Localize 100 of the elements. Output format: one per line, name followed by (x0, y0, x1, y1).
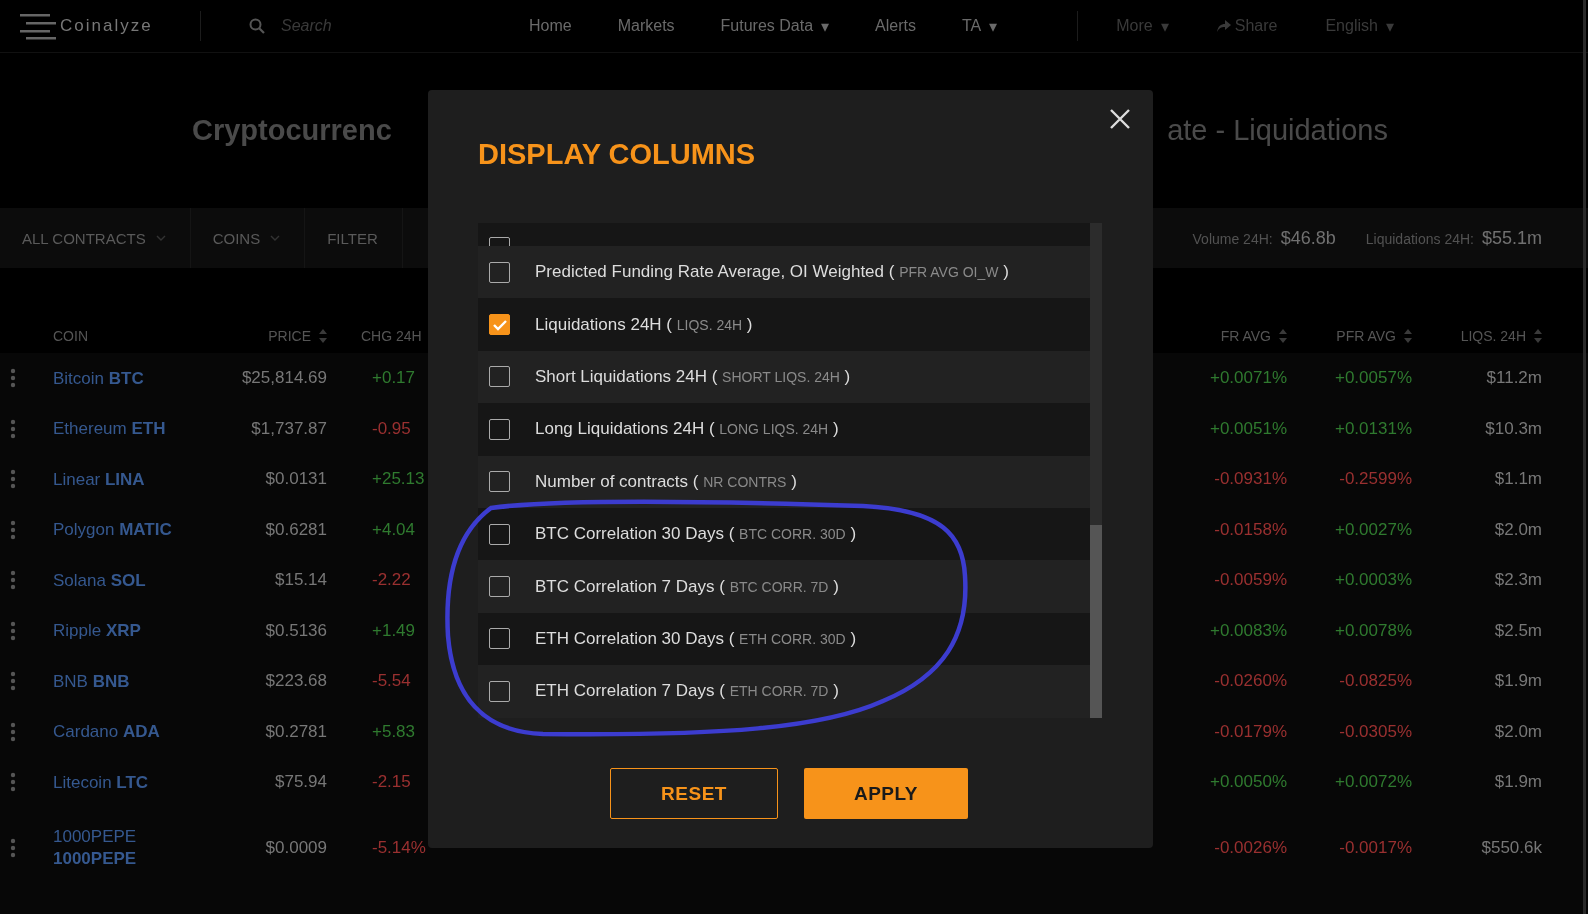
table-cell: -0.2599% (1339, 469, 1412, 490)
table-cell: -0.0059% (1214, 570, 1287, 591)
coin-link[interactable]: Bitcoin BTC (53, 367, 144, 389)
table-cell: -0.95 (372, 418, 411, 439)
column-option[interactable]: BTC Correlation 30 Days ( BTC CORR. 30D ) (478, 507, 1090, 561)
table-cell: +5.83 (372, 721, 415, 742)
column-option[interactable]: Short Liquidations 24H ( SHORT LIQS. 24H ) (478, 350, 1090, 404)
more-icon[interactable] (10, 837, 16, 858)
coin-link[interactable]: Polygon MATIC (53, 519, 172, 541)
filter-button[interactable]: FILTER (305, 208, 403, 268)
checkbox[interactable] (489, 576, 510, 598)
more-icon[interactable] (10, 620, 16, 641)
checkbox[interactable] (489, 523, 510, 545)
option-label: BTC Correlation 7 Days ( BTC CORR. 7D ) (535, 576, 839, 597)
apply-button[interactable]: APPLY (804, 768, 968, 819)
table-cell: +0.0003% (1334, 570, 1412, 591)
table-cell: $550.6k (1481, 837, 1542, 858)
coin-link[interactable]: Litecoin LTC (53, 771, 149, 793)
coin-link[interactable]: Ripple XRP (53, 620, 141, 642)
nav-link[interactable]: Futures Data ▾ (720, 16, 830, 36)
more-icon[interactable] (10, 368, 16, 389)
nav-link[interactable]: Share (1216, 16, 1278, 36)
table-cell: $0.0131 (265, 469, 327, 490)
checkbox[interactable] (489, 314, 510, 336)
table-cell: $2.3m (1494, 570, 1542, 591)
menu-icon[interactable] (20, 12, 58, 40)
column-option[interactable]: Predicted Funding Rate Average, OI Weighted ( PFR AVG OI_W ) (478, 246, 1090, 299)
nav-link[interactable]: TA ▾ (962, 16, 998, 36)
option-label: Short Liquidations 24H ( SHORT LIQS. 24H ) (535, 366, 851, 387)
checkbox[interactable] (489, 680, 510, 702)
option-label: Number of contracts ( NR CONTRS ) (535, 471, 797, 492)
table-cell: -0.0158% (1214, 519, 1287, 540)
checkbox[interactable] (489, 628, 510, 650)
nav-link[interactable]: Alerts (875, 17, 916, 35)
column-option[interactable]: Number of contracts ( NR CONTRS ) (478, 455, 1090, 508)
dialog-title: DISPLAY COLUMNS (478, 138, 757, 172)
table-cell: $1.1m (1494, 469, 1542, 490)
scrollbar[interactable] (1583, 0, 1586, 914)
table-cell: +0.0072% (1334, 772, 1412, 793)
column-option[interactable]: Liquidations 24H ( LIQS. 24H ) (478, 298, 1090, 351)
table-cell: $75.94 (275, 772, 327, 793)
table-cell: +0.17 (372, 368, 415, 389)
coin-link[interactable]: Solana SOL (53, 569, 146, 591)
table-cell: $2.0m (1494, 721, 1542, 742)
coin-link[interactable]: Linear LINA (53, 468, 145, 490)
checkbox[interactable] (489, 366, 510, 388)
table-cell: +0.0131% (1334, 418, 1412, 439)
column-header[interactable]: FR AVG (1220, 327, 1271, 344)
column-option[interactable]: Long Liquidations 24H ( LONG LIQS. 24H ) (478, 403, 1090, 456)
coin-link[interactable]: Ethereum ETH (53, 418, 166, 440)
sort-icon[interactable] (1534, 328, 1542, 343)
scrollbar-thumb[interactable] (1090, 525, 1102, 718)
table-cell: -0.0305% (1339, 721, 1412, 742)
more-icon[interactable] (10, 519, 16, 540)
logo[interactable]: Coinalyze (60, 16, 153, 36)
coin-link[interactable]: 1000PEPE 1000PEPE (53, 826, 202, 869)
sort-icon[interactable] (1404, 328, 1412, 343)
column-header[interactable]: COIN (53, 327, 88, 344)
nav-link[interactable]: More ▾ (1116, 16, 1169, 36)
stat-label: Liquidations 24H: (1365, 230, 1474, 247)
option-label: Liquidations 24H ( LIQS. 24H ) (535, 314, 753, 335)
column-option[interactable]: BTC Correlation 7 Days ( BTC CORR. 7D ) (478, 560, 1090, 613)
filter-button[interactable]: ALL CONTRACTS (0, 208, 191, 268)
nav-link[interactable]: Home (529, 17, 572, 35)
option-label: BTC Correlation 30 Days ( BTC CORR. 30D ) (535, 524, 857, 545)
nav-link[interactable]: Markets (617, 17, 675, 35)
column-option[interactable]: ETH Correlation 30 Days ( ETH CORR. 30D ) (478, 612, 1090, 666)
column-header[interactable]: LIQS. 24H (1460, 327, 1526, 344)
column-header[interactable]: PRICE (268, 327, 311, 344)
table-cell: +0.0078% (1334, 620, 1412, 641)
table-cell: $25,814.69 (241, 368, 327, 389)
coin-link[interactable]: BNB BNB (53, 670, 130, 692)
coin-link[interactable]: Cardano ADA (53, 721, 160, 743)
more-icon[interactable] (10, 772, 16, 793)
chevron-down-icon (270, 235, 281, 241)
more-icon[interactable] (10, 418, 16, 439)
checkbox[interactable] (489, 261, 510, 283)
filter-button[interactable]: COINS (190, 208, 306, 268)
checkbox[interactable] (489, 471, 510, 493)
column-header[interactable]: PFR AVG (1336, 327, 1396, 344)
more-icon[interactable] (10, 570, 16, 591)
table-cell: -0.0260% (1214, 671, 1287, 692)
column-option[interactable]: ETH Correlation 7 Days ( ETH CORR. 7D ) (478, 665, 1090, 718)
search-field[interactable]: Search (279, 16, 483, 36)
reset-button[interactable]: RESET (610, 768, 778, 819)
sort-icon[interactable] (319, 328, 327, 343)
sort-icon[interactable] (1279, 328, 1287, 343)
table-cell: +0.0071% (1209, 368, 1287, 389)
table-cell: $0.0009 (265, 837, 327, 858)
chevron-down-icon (155, 235, 166, 241)
column-header[interactable]: CHG 24H (361, 327, 422, 344)
nav-link[interactable]: English ▾ (1325, 16, 1394, 36)
close-button[interactable] (1109, 108, 1131, 130)
stat-value: $46.8b (1280, 227, 1336, 249)
table-cell: -0.0825% (1339, 671, 1412, 692)
checkbox[interactable] (489, 418, 510, 440)
more-icon[interactable] (10, 469, 16, 490)
more-icon[interactable] (10, 671, 16, 692)
more-icon[interactable] (10, 721, 16, 742)
option-label: ETH Correlation 30 Days ( ETH CORR. 30D ) (535, 628, 857, 649)
